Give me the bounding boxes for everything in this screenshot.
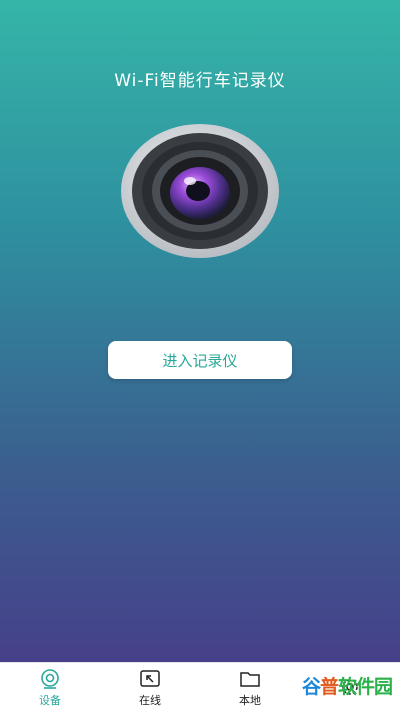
nav-item-label: 本地 <box>239 693 261 707</box>
nav-item-label: 在线 <box>139 693 161 707</box>
camera-lens-icon <box>121 124 279 258</box>
folder-icon <box>240 671 260 687</box>
arrow-up-left-box-icon <box>140 669 160 687</box>
watermark-part: 软件园 <box>337 676 393 698</box>
nav-item-local[interactable]: 本地 <box>200 663 300 712</box>
watermark-part: 谷 <box>301 676 321 698</box>
enter-recorder-button[interactable]: 进入记录仪 <box>108 341 292 379</box>
app-title: Wi-Fi智能行车记录仪 <box>114 71 286 91</box>
watermark-part: 普 <box>319 676 339 698</box>
main-background: Wi-Fi智能行车记录仪 进入记录仪 <box>0 0 400 662</box>
camera-icon <box>41 668 59 689</box>
watermark-logo: 谷普软件园 <box>301 672 393 699</box>
nav-item-online[interactable]: 在线 <box>100 663 200 712</box>
nav-item-label: 设备 <box>39 693 61 707</box>
nav-item-device[interactable]: 设备 <box>0 663 100 712</box>
